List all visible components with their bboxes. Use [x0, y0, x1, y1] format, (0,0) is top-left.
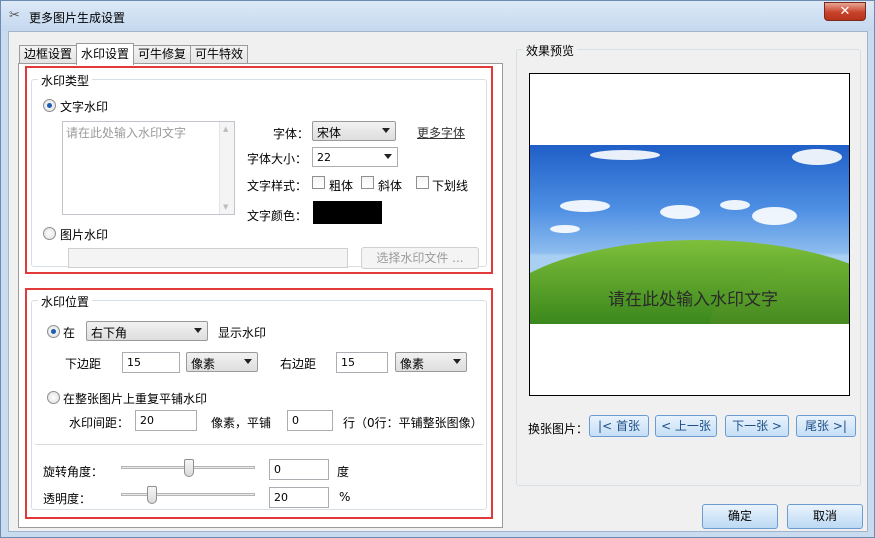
- text-watermark-label: 文字水印: [60, 100, 109, 114]
- bottom-unit-value: 像素: [191, 357, 216, 371]
- dialog-client: 边框设置 水印设置 可牛修复 可牛特效 水印类型 文字水印 请在此处输入水印文字…: [8, 31, 868, 532]
- position-divider: [35, 444, 483, 445]
- opacity-slider-thumb[interactable]: [147, 486, 157, 504]
- font-select-value: 宋体: [317, 126, 342, 140]
- position-at-label: 在: [63, 326, 76, 340]
- scroll-down-icon[interactable]: ▼: [223, 203, 228, 211]
- rotate-unit-label: 度: [337, 465, 350, 479]
- bold-label: 粗体: [329, 179, 354, 193]
- opacity-label: 透明度：: [43, 492, 92, 506]
- close-button[interactable]: ✕: [824, 2, 866, 21]
- cancel-button[interactable]: 取消: [787, 504, 863, 529]
- font-label: 字体：: [273, 127, 310, 141]
- image-watermark-label: 图片水印: [60, 228, 109, 242]
- cloud-shape: [660, 205, 700, 219]
- image-watermark-radio[interactable]: [43, 227, 56, 240]
- spacing-unit-label: 像素，平铺: [211, 416, 272, 430]
- chevron-down-icon: [453, 359, 461, 364]
- preview-watermark-text: 请在此处输入水印文字: [608, 290, 778, 310]
- tab-effects[interactable]: 可牛特效: [190, 45, 249, 64]
- font-size-value: 22: [317, 151, 331, 164]
- position-radio[interactable]: [47, 325, 60, 338]
- cloud-shape: [560, 200, 610, 212]
- window-title: 更多图片生成设置: [29, 11, 126, 25]
- chevron-down-icon: [244, 359, 252, 364]
- tab-repair[interactable]: 可牛修复: [133, 45, 192, 64]
- chevron-down-icon: [382, 128, 390, 133]
- tile-rows-input[interactable]: 0: [287, 410, 333, 431]
- tools-icon: ✂: [9, 8, 20, 23]
- spacing-input[interactable]: 20: [135, 410, 197, 431]
- scroll-up-icon[interactable]: ▲: [223, 125, 228, 133]
- tab-strip: 边框设置 水印设置 可牛修复 可牛特效: [19, 43, 249, 65]
- watermark-position-legend: 水印位置: [38, 293, 93, 310]
- last-image-button[interactable]: 尾张 >|: [796, 415, 856, 437]
- tab-panel: 水印类型 文字水印 请在此处输入水印文字 ▲ ▼ 字体： 宋体 更多字体 字体大…: [18, 63, 503, 528]
- position-select-value: 右下角: [91, 326, 128, 340]
- tab-watermark[interactable]: 水印设置: [76, 43, 135, 65]
- text-watermark-radio[interactable]: [43, 99, 56, 112]
- rotate-label: 旋转角度：: [43, 465, 104, 479]
- bottom-margin-input[interactable]: 15: [122, 352, 180, 373]
- rotate-input[interactable]: 0: [269, 459, 329, 480]
- underline-label: 下划线: [432, 179, 469, 193]
- tile-label: 在整张图片上重复平铺水印: [63, 392, 208, 406]
- next-image-button[interactable]: 下一张 >: [725, 415, 789, 437]
- choose-watermark-file-button[interactable]: 选择水印文件 ...: [361, 247, 479, 269]
- watermark-text-input[interactable]: 请在此处输入水印文字 ▲ ▼: [62, 121, 235, 215]
- italic-checkbox[interactable]: [361, 176, 374, 189]
- first-image-button[interactable]: |< 首张: [589, 415, 649, 437]
- image-file-path-input[interactable]: [68, 248, 348, 268]
- font-select[interactable]: 宋体: [312, 121, 396, 141]
- text-style-label: 文字样式：: [247, 179, 308, 193]
- tile-radio[interactable]: [47, 391, 60, 404]
- right-unit-value: 像素: [400, 357, 425, 371]
- watermark-text-placeholder: 请在此处输入水印文字: [66, 126, 187, 140]
- chevron-down-icon: [384, 154, 392, 159]
- font-size-select[interactable]: 22: [312, 147, 398, 167]
- position-select[interactable]: 右下角: [86, 321, 208, 341]
- tile-rows-note: 行（0行：平铺整张图像）: [343, 416, 483, 430]
- opacity-input[interactable]: 20: [269, 487, 329, 508]
- more-fonts-link[interactable]: 更多字体: [417, 124, 465, 141]
- cloud-shape: [792, 149, 842, 165]
- chevron-down-icon: [194, 328, 202, 333]
- cloud-shape: [720, 200, 750, 210]
- preview-canvas: 请在此处输入水印文字: [529, 73, 850, 396]
- opacity-unit-label: %: [339, 490, 351, 504]
- show-watermark-label: 显示水印: [218, 326, 267, 340]
- bottom-margin-label: 下边距: [65, 357, 102, 371]
- ok-button[interactable]: 确定: [702, 504, 778, 529]
- cloud-shape: [550, 225, 580, 233]
- right-margin-input[interactable]: 15: [336, 352, 388, 373]
- bottom-unit-select[interactable]: 像素: [186, 352, 258, 372]
- bold-checkbox[interactable]: [312, 176, 325, 189]
- preview-legend: 效果预览: [523, 42, 578, 59]
- watermark-type-legend: 水印类型: [38, 72, 93, 89]
- underline-checkbox[interactable]: [416, 176, 429, 189]
- rotate-slider-thumb[interactable]: [184, 459, 194, 477]
- font-size-label: 字体大小：: [247, 152, 308, 166]
- spacing-label: 水印间距：: [69, 416, 130, 430]
- italic-label: 斜体: [378, 179, 403, 193]
- switch-image-label: 换张图片：: [528, 422, 589, 436]
- right-unit-select[interactable]: 像素: [395, 352, 467, 372]
- text-color-label: 文字颜色：: [247, 209, 308, 223]
- tab-border[interactable]: 边框设置: [19, 45, 78, 64]
- textarea-scrollbar[interactable]: ▲ ▼: [219, 122, 234, 214]
- dialog-window: ✂ 更多图片生成设置 ✕ 边框设置 水印设置 可牛修复 可牛特效 水印类型 文字…: [0, 0, 875, 538]
- cloud-shape: [752, 207, 797, 225]
- right-margin-label: 右边距: [280, 357, 317, 371]
- preview-group: 效果预览 请在此处输入水印文字 换张图片： |< 首张 < 上一张 下一张 > …: [516, 42, 861, 486]
- prev-image-button[interactable]: < 上一张: [655, 415, 717, 437]
- opacity-slider-track[interactable]: [121, 493, 255, 496]
- text-color-swatch[interactable]: [313, 201, 382, 224]
- preview-image: 请在此处输入水印文字: [530, 145, 849, 324]
- cloud-shape: [590, 150, 660, 160]
- title-bar: ✂ 更多图片生成设置 ✕: [1, 1, 874, 31]
